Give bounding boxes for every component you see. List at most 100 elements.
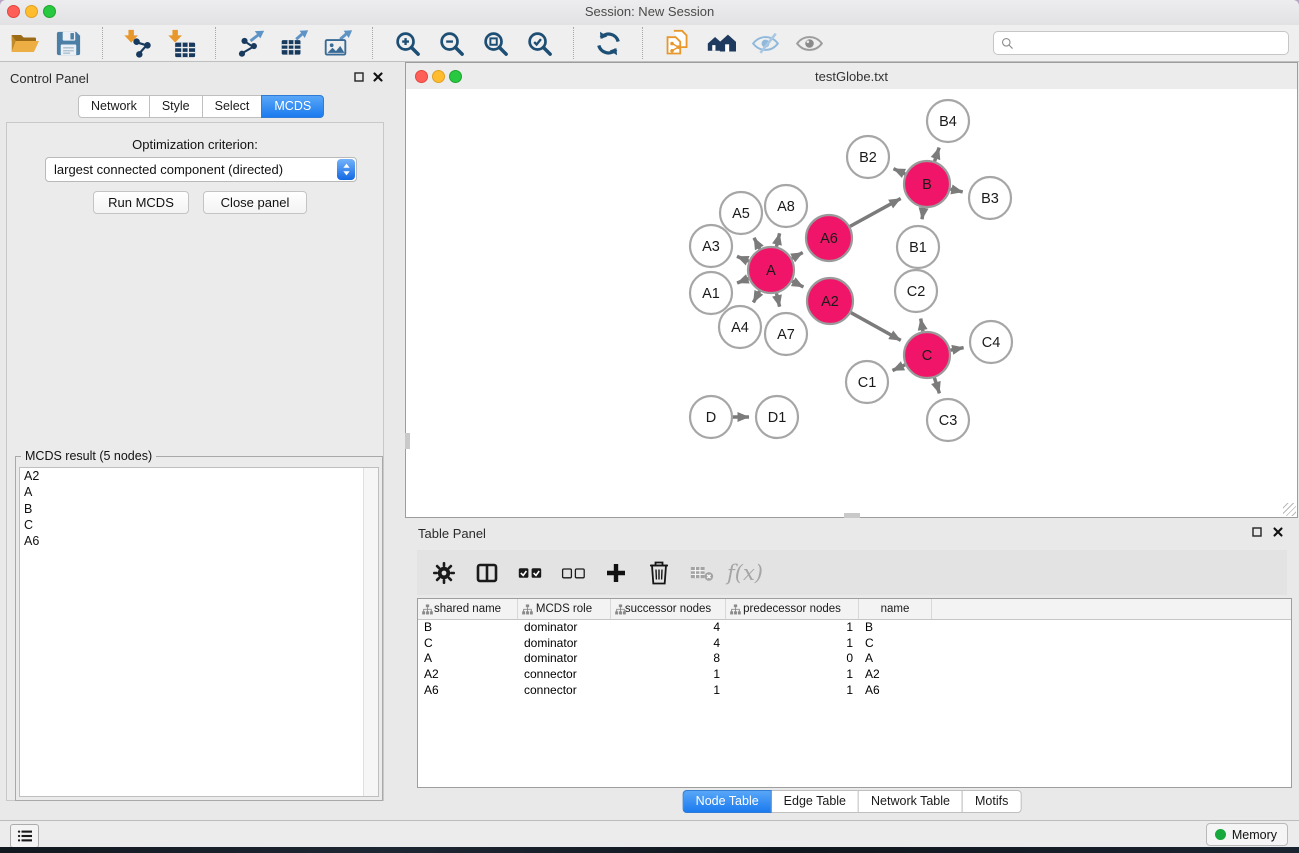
close-panel-button[interactable]: Close panel [203, 191, 307, 214]
graph-edge-B-B1[interactable] [922, 208, 924, 220]
export-network-icon[interactable] [234, 28, 267, 59]
graph-node-B3[interactable]: B3 [969, 177, 1011, 219]
graph-edge-B-B2[interactable] [894, 169, 906, 174]
scrollbar-track[interactable] [363, 468, 378, 796]
graph-node-D[interactable]: D [690, 396, 732, 438]
graph-edge-A-A3[interactable] [737, 256, 749, 261]
toolbar-separator [573, 27, 575, 59]
task-history-button[interactable] [10, 824, 39, 848]
graph-node-B[interactable]: B [904, 161, 950, 207]
table-row[interactable]: Adominator80A [418, 651, 1291, 667]
graph-node-B4[interactable]: B4 [927, 100, 969, 142]
criterion-select[interactable]: largest connected component (directed) [45, 157, 357, 182]
table-cell: 0 [726, 651, 859, 667]
resize-grip-icon[interactable] [1283, 503, 1296, 516]
delete-column-icon[interactable] [646, 559, 672, 587]
mcds-result-item[interactable]: A [20, 484, 378, 500]
graph-node-B2[interactable]: B2 [847, 136, 889, 178]
table-row[interactable]: A2connector11A2 [418, 667, 1291, 683]
tab-node-table[interactable]: Node Table [683, 790, 772, 813]
graph-edge-B-B4[interactable] [935, 148, 940, 162]
graph-edge-B-B3[interactable] [950, 189, 962, 192]
graph-node-A1[interactable]: A1 [690, 272, 732, 314]
first-neighbors-icon[interactable] [705, 28, 738, 59]
deselect-all-icon[interactable] [560, 559, 586, 587]
import-network-icon[interactable] [121, 28, 154, 59]
import-table-icon[interactable] [165, 28, 198, 59]
graph-edge-A-A7[interactable] [777, 293, 780, 306]
graph-edge-C-C2[interactable] [921, 319, 923, 332]
graph-node-C[interactable]: C [904, 332, 950, 378]
table-row[interactable]: A6connector11A6 [418, 683, 1291, 699]
save-session-icon[interactable] [52, 28, 85, 59]
graph-node-A4[interactable]: A4 [719, 306, 761, 348]
graph-node-C3[interactable]: C3 [927, 399, 969, 441]
graph-node-A[interactable]: A [748, 247, 794, 293]
graph-node-B1[interactable]: B1 [897, 226, 939, 268]
graph-edge-A6-B[interactable] [850, 199, 901, 227]
graph-node-A2[interactable]: A2 [807, 278, 853, 324]
duplicate-network-icon[interactable] [661, 28, 694, 59]
graph-edge-C-C1[interactable] [893, 365, 906, 371]
graph-edge-A-A5[interactable] [754, 238, 760, 249]
graph-node-D1[interactable]: D1 [756, 396, 798, 438]
tab-motifs[interactable]: Motifs [962, 790, 1021, 813]
graph-node-C1[interactable]: C1 [846, 361, 888, 403]
zoom-in-icon[interactable] [391, 28, 424, 59]
graph-edge-A-A6[interactable] [792, 253, 803, 259]
export-table-icon[interactable] [278, 28, 311, 59]
graph-node-A3[interactable]: A3 [690, 225, 732, 267]
column-header-successor-nodes[interactable]: successor nodes [611, 599, 726, 619]
search-input[interactable] [1019, 35, 1281, 51]
mcds-result-item[interactable]: B [20, 501, 378, 517]
main-toolbar [0, 25, 1299, 62]
graph-edge-C-C3[interactable] [934, 378, 939, 394]
tab-style[interactable]: Style [149, 95, 203, 118]
tab-network[interactable]: Network [78, 95, 150, 118]
close-panel-icon[interactable] [372, 71, 384, 83]
zoom-selected-icon[interactable] [523, 28, 556, 59]
tab-select[interactable]: Select [202, 95, 263, 118]
graph-node-A8[interactable]: A8 [765, 185, 807, 227]
select-all-icon[interactable] [517, 559, 543, 587]
table-row[interactable]: Cdominator41C [418, 636, 1291, 652]
memory-button[interactable]: Memory [1206, 823, 1288, 846]
graph-edge-A-A1[interactable] [737, 279, 749, 283]
float-panel-icon[interactable] [353, 71, 365, 83]
close-table-panel-icon[interactable] [1272, 526, 1284, 538]
graph-node-A5[interactable]: A5 [720, 192, 762, 234]
graph-edge-A2-C[interactable] [851, 313, 901, 341]
graph-edge-A-A4[interactable] [753, 291, 759, 302]
graph-node-A6[interactable]: A6 [806, 215, 852, 261]
graph-node-A7[interactable]: A7 [765, 313, 807, 355]
graph-edge-C-C4[interactable] [951, 348, 964, 351]
network-canvas[interactable]: A5A8 A3 A1A4A7 A A6 A2 B2 B4 B B3 B1C2 C C4 C1 C3 D D1 [406, 89, 1297, 517]
table-row[interactable]: Bdominator41B [418, 620, 1291, 636]
column-header-predecessor-nodes[interactable]: predecessor nodes [726, 599, 859, 619]
run-mcds-button[interactable]: Run MCDS [93, 191, 189, 214]
hide-selected-icon[interactable] [749, 28, 782, 59]
column-header-name[interactable]: name [859, 599, 932, 619]
column-view-icon[interactable] [474, 559, 500, 587]
graph-node-C4[interactable]: C4 [970, 321, 1012, 363]
column-header-MCDS-role[interactable]: MCDS role [518, 599, 611, 619]
show-all-icon[interactable] [793, 28, 826, 59]
add-column-icon[interactable] [603, 559, 629, 587]
graph-edge-A-A8[interactable] [777, 233, 780, 246]
export-image-icon[interactable] [322, 28, 355, 59]
tab-edge-table[interactable]: Edge Table [771, 790, 859, 813]
tab-mcds[interactable]: MCDS [261, 95, 324, 118]
tab-network-table[interactable]: Network Table [858, 790, 963, 813]
mcds-result-item[interactable]: A6 [20, 533, 378, 549]
mcds-result-item[interactable]: A2 [20, 468, 378, 484]
graph-edge-A-A2[interactable] [792, 281, 803, 287]
mcds-result-item[interactable]: C [20, 517, 378, 533]
zoom-out-icon[interactable] [435, 28, 468, 59]
float-table-panel-icon[interactable] [1251, 526, 1263, 538]
refresh-icon[interactable] [592, 28, 625, 59]
column-header-shared-name[interactable]: shared name [418, 599, 518, 619]
open-session-icon[interactable] [8, 28, 41, 59]
graph-node-C2[interactable]: C2 [895, 270, 937, 312]
zoom-fit-icon[interactable] [479, 28, 512, 59]
gear-icon[interactable] [431, 559, 457, 587]
